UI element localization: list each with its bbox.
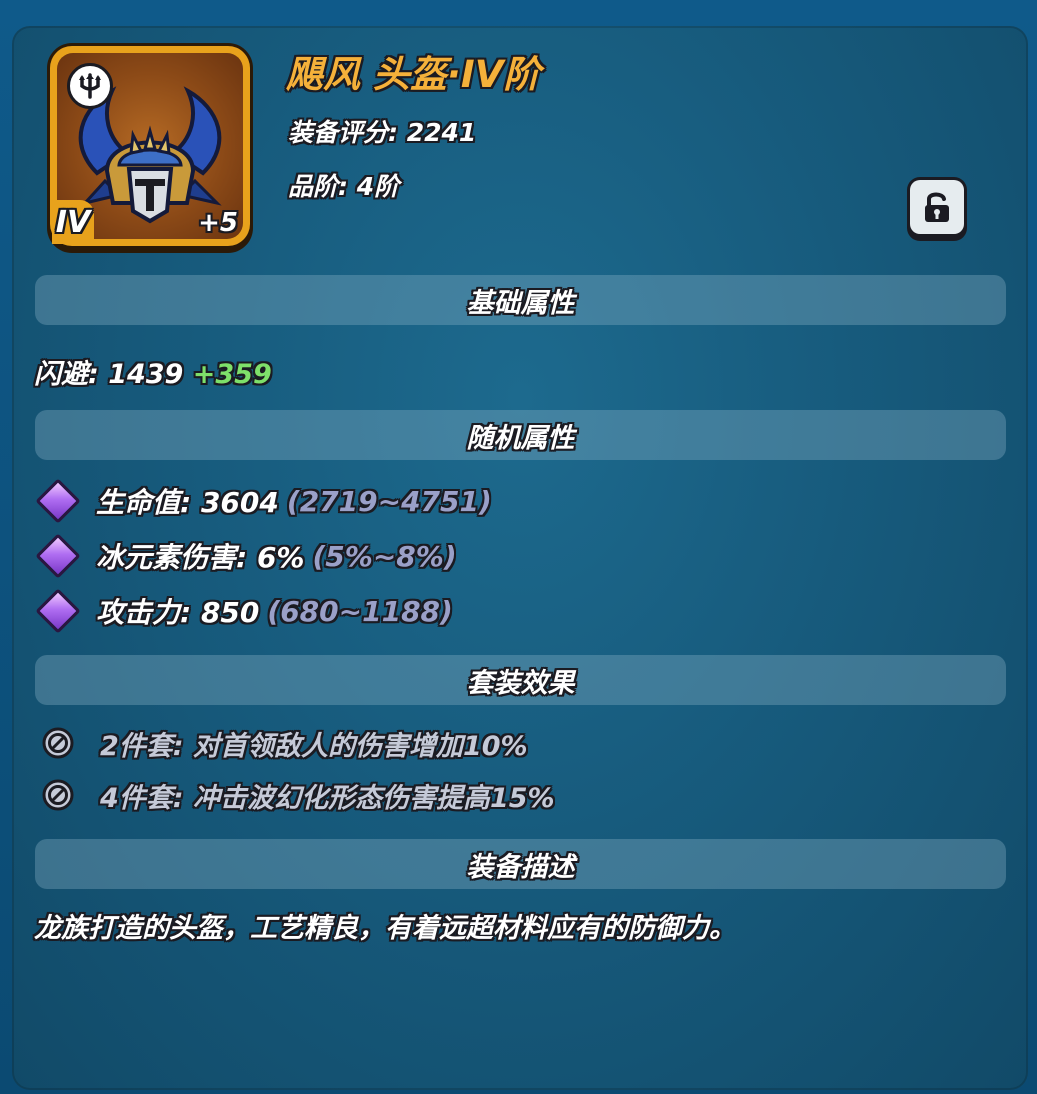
base-stat-label: 闪避: 1439 bbox=[34, 359, 184, 390]
random-stat-row: 冰元素伤害: 6% (5%~8%) bbox=[35, 533, 457, 579]
section-set-effects: 套装效果 bbox=[35, 655, 1006, 705]
base-stat-dodge: 闪避: 1439 +359 bbox=[34, 352, 272, 391]
item-description: 龙族打造的头盔，工艺精良，有着远超材料应有的防御力。 bbox=[34, 913, 736, 944]
inactive-icon bbox=[42, 779, 74, 811]
random-stat-label: 生命值: 3604 bbox=[96, 486, 279, 519]
purple-gem-icon bbox=[35, 533, 81, 579]
inactive-icon bbox=[42, 727, 74, 759]
section-title: 随机属性 bbox=[466, 422, 575, 454]
random-stat-label: 冰元素伤害: 6% bbox=[96, 541, 305, 574]
item-title: 飓风 头盔·IV阶 bbox=[286, 53, 541, 96]
equipment-score: 装备评分: 2241 bbox=[288, 118, 477, 147]
section-random-attributes: 随机属性 bbox=[35, 410, 1006, 460]
set-effect-row: 2件套: 对首领敌人的伤害增加10% bbox=[40, 723, 528, 763]
unlock-icon bbox=[925, 192, 949, 222]
random-stat-row: 生命值: 3604 (2719~4751) bbox=[35, 478, 492, 524]
lock-button[interactable] bbox=[910, 180, 964, 234]
section-description: 装备描述 bbox=[35, 839, 1006, 889]
set-effect-text: 2件套: 对首领敌人的伤害增加10% bbox=[100, 730, 528, 762]
random-stat-range: (5%~8%) bbox=[312, 539, 457, 573]
item-icon-frame[interactable]: IV +5 bbox=[50, 46, 250, 246]
item-grade: 品阶: 4阶 bbox=[288, 172, 400, 201]
tier-badge: IV bbox=[52, 200, 94, 244]
random-stat-range: (2719~4751) bbox=[286, 484, 492, 518]
random-stat-label: 攻击力: 850 bbox=[96, 596, 260, 629]
set-effect-row: 4件套: 冲击波幻化形态伤害提高15% bbox=[40, 775, 555, 815]
section-title: 装备描述 bbox=[466, 851, 575, 883]
set-effect-text: 4件套: 冲击波幻化形态伤害提高15% bbox=[100, 782, 555, 814]
trident-icon bbox=[67, 63, 113, 109]
purple-gem-icon bbox=[35, 588, 81, 634]
section-title: 基础属性 bbox=[466, 287, 575, 319]
enhance-level: +5 bbox=[198, 208, 238, 238]
base-stat-bonus: +359 bbox=[192, 359, 272, 390]
random-stat-range: (680~1188) bbox=[267, 594, 453, 628]
section-title: 套装效果 bbox=[466, 667, 575, 699]
purple-gem-icon bbox=[35, 478, 81, 524]
section-base-attributes: 基础属性 bbox=[35, 275, 1006, 325]
random-stat-row: 攻击力: 850 (680~1188) bbox=[35, 588, 453, 634]
